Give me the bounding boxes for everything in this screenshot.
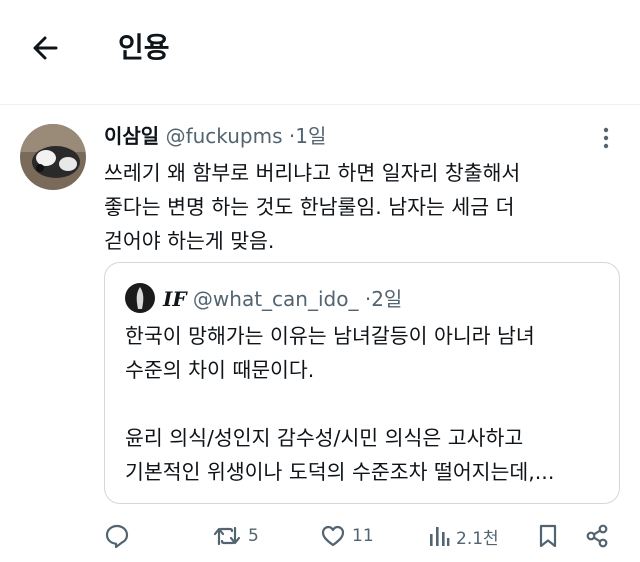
more-vertical-icon[interactable] [596, 126, 616, 150]
heart-icon [320, 523, 346, 549]
quote-time: 2일 [371, 287, 403, 311]
quote-text: 한국이 망해가는 이유는 남녀갈등이 아니라 남녀 수준의 차이 때문이다. 윤… [125, 324, 555, 484]
reply-icon [104, 523, 130, 549]
tweet-text: 쓰레기 왜 함부로 버리냐고 하면 일자리 창출해서 좋다는 변명 하는 것도 … [104, 161, 521, 253]
reply-button[interactable] [104, 514, 136, 558]
action-bar: 5 11 2.1천 [0, 514, 640, 558]
header-divider [0, 104, 640, 105]
quote-meta: IF @what_can_ido_ ·2일 [163, 283, 402, 312]
retweet-button[interactable]: 5 [212, 514, 259, 558]
page-title: 인용 [118, 31, 170, 64]
retweet-count: 5 [248, 526, 259, 546]
retweet-icon [212, 523, 242, 549]
tweet-meta: 이삼일 @fuckupms ·1일 [104, 120, 326, 149]
avatar[interactable] [20, 124, 86, 190]
views-icon [428, 523, 450, 549]
author-name[interactable]: 이삼일 [104, 124, 159, 148]
top-bar: 인용 [0, 0, 640, 96]
share-button[interactable] [584, 514, 610, 558]
like-count: 11 [352, 526, 374, 546]
quote-author-name: IF [163, 287, 187, 311]
share-icon [584, 523, 610, 549]
bookmark-icon [536, 523, 560, 549]
quoted-tweet-card[interactable]: IF @what_can_ido_ ·2일 한국이 망해가는 이유는 남녀갈등이… [104, 262, 620, 504]
tweet-time[interactable]: 1일 [295, 124, 326, 148]
like-button[interactable]: 11 [320, 514, 374, 558]
quote-avatar [125, 283, 155, 313]
view-count: 2.1천 [456, 528, 499, 549]
author-handle[interactable]: @fuckupms [166, 124, 283, 148]
bookmark-button[interactable] [536, 514, 560, 558]
views-button[interactable]: 2.1천 [428, 514, 499, 558]
back-arrow-icon[interactable] [26, 28, 66, 68]
quote-author-handle: @what_can_ido_ [192, 287, 359, 311]
